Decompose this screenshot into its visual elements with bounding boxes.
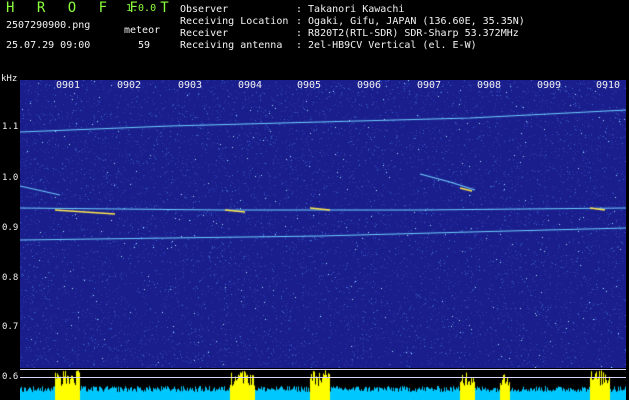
info-value: : Ogaki, Gifu, JAPAN (136.60E, 35.35N) [296, 16, 525, 27]
y-tick-label: 0.6 [2, 372, 19, 382]
x-tick-label: 0903 [178, 80, 203, 91]
info-label: Receiving antenna [180, 40, 283, 51]
info-label: Observer [180, 4, 229, 15]
x-tick-label: 0908 [477, 80, 502, 91]
y-tick-label: 0.7 [2, 322, 19, 332]
x-tick-label: 0907 [417, 80, 442, 91]
x-tick-label: 0910 [596, 80, 621, 91]
meteor-label: meteor [124, 25, 161, 36]
info-row-receiver: Receiver : R820T2(RTL-SDR) SDR-Sharp 53.3… [180, 28, 519, 39]
y-axis-unit: kHz [1, 74, 18, 84]
meteor-count: 59 [138, 40, 151, 51]
baseline-line [20, 377, 626, 378]
info-row-location: Receiving Location : Ogaki, Gifu, JAPAN (… [180, 16, 525, 27]
info-value: : R820T2(RTL-SDR) SDR-Sharp 53.372MHz [296, 28, 519, 39]
x-tick-label: 0905 [297, 80, 322, 91]
app-version: 1.0.0 [126, 3, 157, 14]
file-name: 2507290900.png [6, 20, 91, 31]
signal-strength-strip [20, 369, 626, 400]
x-tick-label: 0909 [537, 80, 562, 91]
info-value: : 2el-HB9CV Vertical (el. E-W) [296, 40, 477, 51]
x-tick-label: 0906 [357, 80, 382, 91]
x-tick-label: 0902 [117, 80, 142, 91]
info-row-observer: Observer : Takanori Kawachi [180, 4, 404, 15]
info-row-antenna: Receiving antenna : 2el-HB9CV Vertical (e… [180, 40, 477, 51]
y-tick-label: 1.0 [2, 173, 19, 183]
baseline-line [20, 369, 626, 370]
x-tick-label: 0901 [56, 80, 81, 91]
capture-datetime: 25.07.29 09:00 [6, 40, 91, 51]
spectrogram-canvas [20, 80, 626, 368]
info-value: : Takanori Kawachi [296, 4, 405, 15]
y-tick-label: 0.9 [2, 223, 19, 233]
info-label: Receiver [180, 28, 229, 39]
y-tick-label: 1.1 [2, 122, 19, 132]
x-tick-label: 0904 [238, 80, 263, 91]
info-label: Receiving Location [180, 16, 289, 27]
y-tick-label: 0.8 [2, 273, 19, 283]
